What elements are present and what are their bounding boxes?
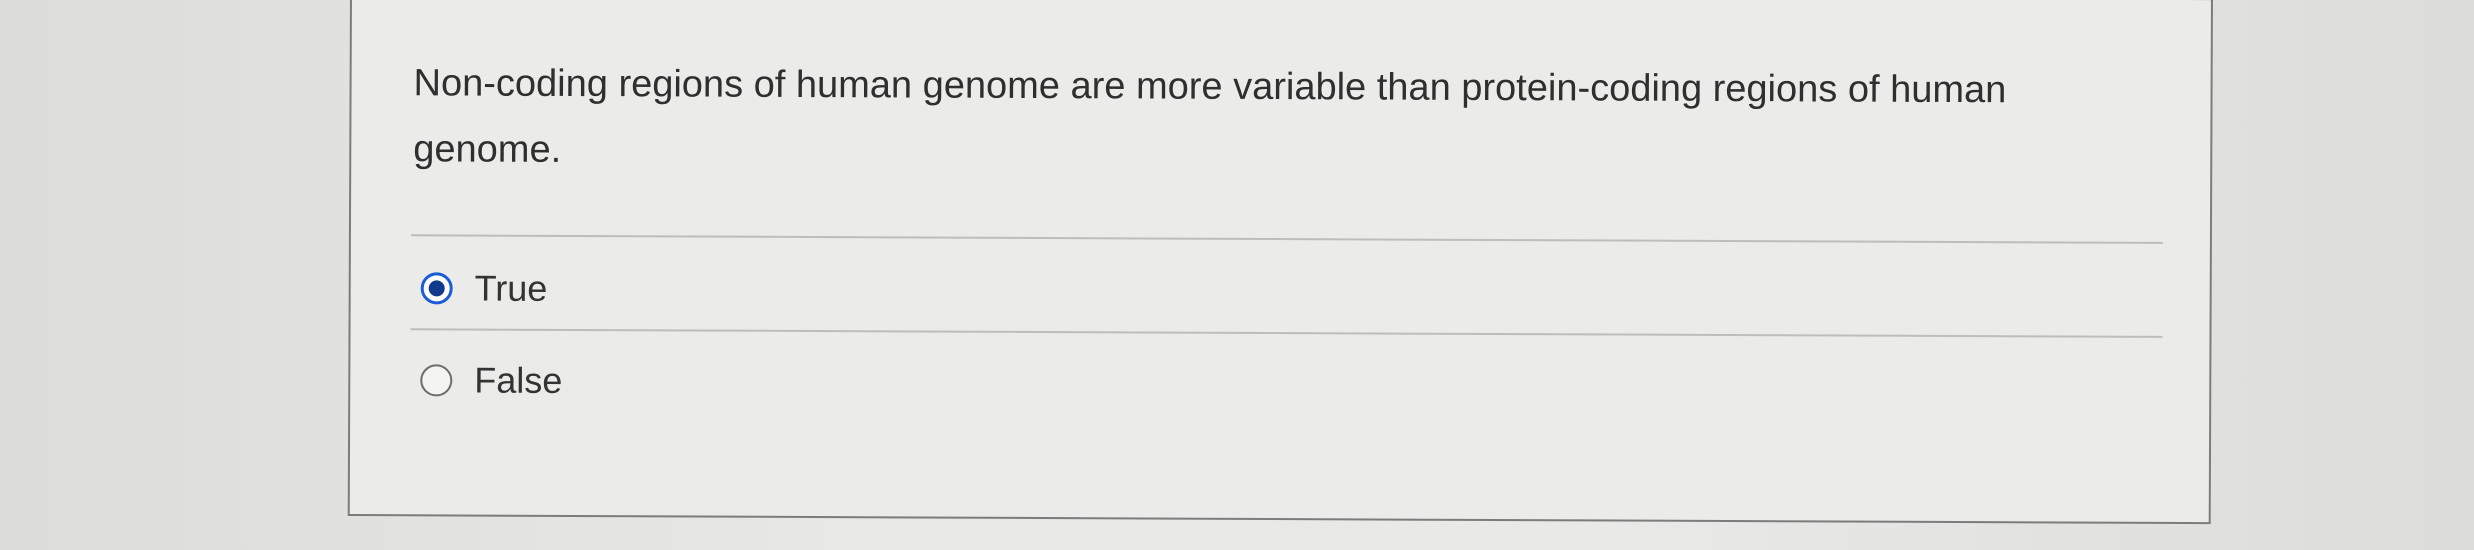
option-true-label: True: [474, 267, 548, 309]
divider: [410, 234, 2163, 244]
radio-button-selected-icon[interactable]: [420, 272, 453, 305]
option-false-label: False: [474, 359, 563, 401]
option-false[interactable]: False: [420, 352, 562, 409]
option-true[interactable]: True: [420, 260, 548, 317]
question-text: Non-coding regions of human genome are m…: [413, 62, 2007, 171]
question-card: Non-coding regions of human genome are m…: [347, 0, 2213, 525]
divider: [410, 328, 2163, 338]
radio-button-unselected-icon[interactable]: [420, 364, 453, 397]
